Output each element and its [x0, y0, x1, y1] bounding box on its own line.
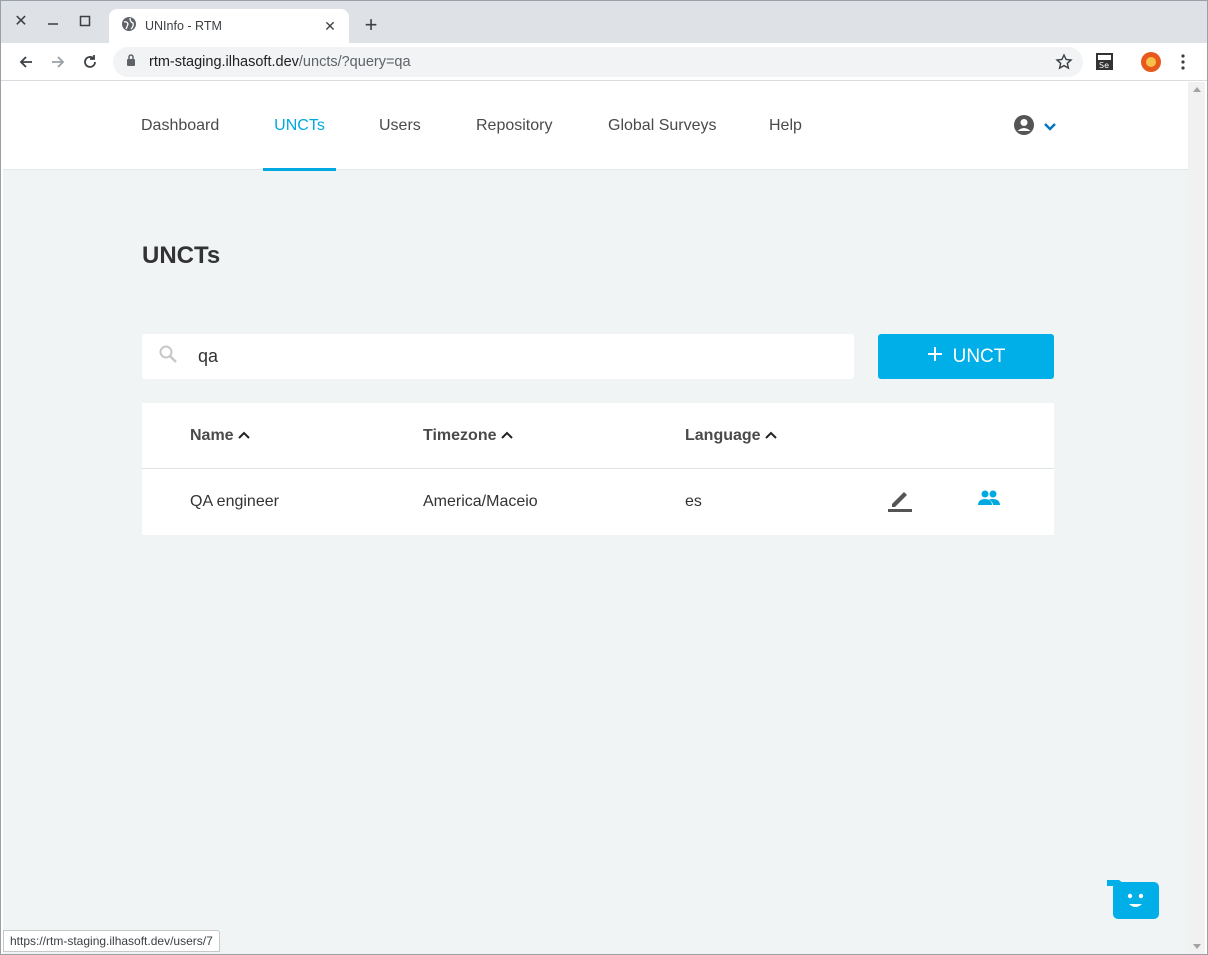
reload-icon[interactable] — [77, 49, 103, 75]
globe-icon — [121, 16, 137, 37]
account-circle-icon — [1013, 114, 1035, 141]
add-unct-button[interactable]: UNCT — [878, 334, 1054, 379]
nav-global-surveys[interactable]: Global Surveys — [608, 82, 717, 170]
cell-name: QA engineer — [190, 493, 279, 510]
address-bar[interactable]: rtm-staging.ilhasoft.dev/uncts/?query=qa — [113, 47, 1083, 77]
nav-uncts[interactable]: UNCTs — [263, 82, 336, 171]
tab-title: UNInfo - RTM — [145, 19, 222, 33]
forward-arrow-icon[interactable] — [45, 49, 71, 75]
user-menu[interactable] — [1013, 114, 1057, 141]
edit-pencil-icon[interactable] — [886, 487, 914, 518]
add-unct-label: UNCT — [952, 345, 1006, 367]
bookmark-star-icon[interactable] — [1055, 53, 1073, 76]
minimize-window-icon[interactable] — [41, 9, 65, 33]
selenium-extension-icon[interactable]: Se — [1095, 52, 1115, 72]
nav-help[interactable]: Help — [769, 82, 802, 170]
nav-users[interactable]: Users — [379, 82, 421, 170]
browser-menu-icon[interactable] — [1175, 52, 1195, 72]
page-scrollbar[interactable] — [1188, 82, 1205, 954]
back-arrow-icon[interactable] — [13, 49, 39, 75]
chat-bot-button[interactable] — [1107, 880, 1159, 920]
page-title: UNCTs — [142, 242, 221, 269]
chevron-down-icon — [1043, 119, 1057, 137]
active-tab-indicator — [263, 168, 336, 171]
column-language-header[interactable]: Language — [685, 427, 778, 445]
tab-strip: ✕ UNInfo - RTM ✕ + — [1, 1, 1207, 43]
tab-close-icon[interactable]: ✕ — [321, 17, 339, 35]
url-host: rtm-staging.ilhasoft.dev — [149, 54, 299, 70]
sort-ascending-icon — [500, 427, 514, 445]
sort-ascending-icon — [764, 427, 778, 445]
members-people-icon[interactable] — [977, 489, 1001, 512]
table-header: Name Timezone Language — [142, 403, 1054, 469]
nav-repository[interactable]: Repository — [476, 82, 552, 170]
search-input[interactable]: qa — [142, 334, 854, 379]
profile-extension-icon[interactable] — [1141, 52, 1161, 72]
scroll-up-arrow-icon[interactable] — [1193, 87, 1201, 92]
plus-icon — [927, 346, 943, 368]
nav-dashboard[interactable]: Dashboard — [141, 82, 219, 170]
close-window-icon[interactable]: ✕ — [9, 9, 33, 33]
svg-text:Se: Se — [1099, 61, 1109, 70]
status-bar-url: https://rtm-staging.ilhasoft.dev/users/7 — [3, 930, 220, 952]
search-value: qa — [198, 346, 219, 366]
url-path: /uncts/?query=qa — [298, 54, 411, 70]
page-viewport: Dashboard UNCTs Users Repository Global … — [3, 82, 1190, 954]
nav-uncts-label: UNCTs — [274, 117, 325, 134]
scroll-down-arrow-icon[interactable] — [1193, 944, 1201, 949]
column-timezone-label: Timezone — [423, 427, 497, 444]
column-name-label: Name — [190, 427, 234, 444]
cell-timezone: America/Maceio — [423, 493, 538, 510]
search-icon — [158, 344, 178, 369]
new-tab-icon[interactable]: + — [359, 12, 383, 37]
browser-tab[interactable]: UNInfo - RTM ✕ — [109, 9, 349, 43]
uncts-table: Name Timezone Language QA engineer Ameri… — [142, 403, 1054, 535]
column-name-header[interactable]: Name — [190, 427, 251, 445]
column-timezone-header[interactable]: Timezone — [423, 427, 514, 445]
top-navigation: Dashboard UNCTs Users Repository Global … — [3, 82, 1190, 171]
cell-language: es — [685, 493, 702, 510]
browser-toolbar: rtm-staging.ilhasoft.dev/uncts/?query=qa… — [1, 43, 1207, 81]
column-language-label: Language — [685, 427, 761, 444]
sort-ascending-icon — [237, 427, 251, 445]
lock-icon — [125, 53, 137, 72]
maximize-window-icon[interactable] — [73, 9, 97, 33]
browser-window: ✕ UNInfo - RTM ✕ + rtm-staging.ilhasoft.… — [0, 0, 1208, 955]
